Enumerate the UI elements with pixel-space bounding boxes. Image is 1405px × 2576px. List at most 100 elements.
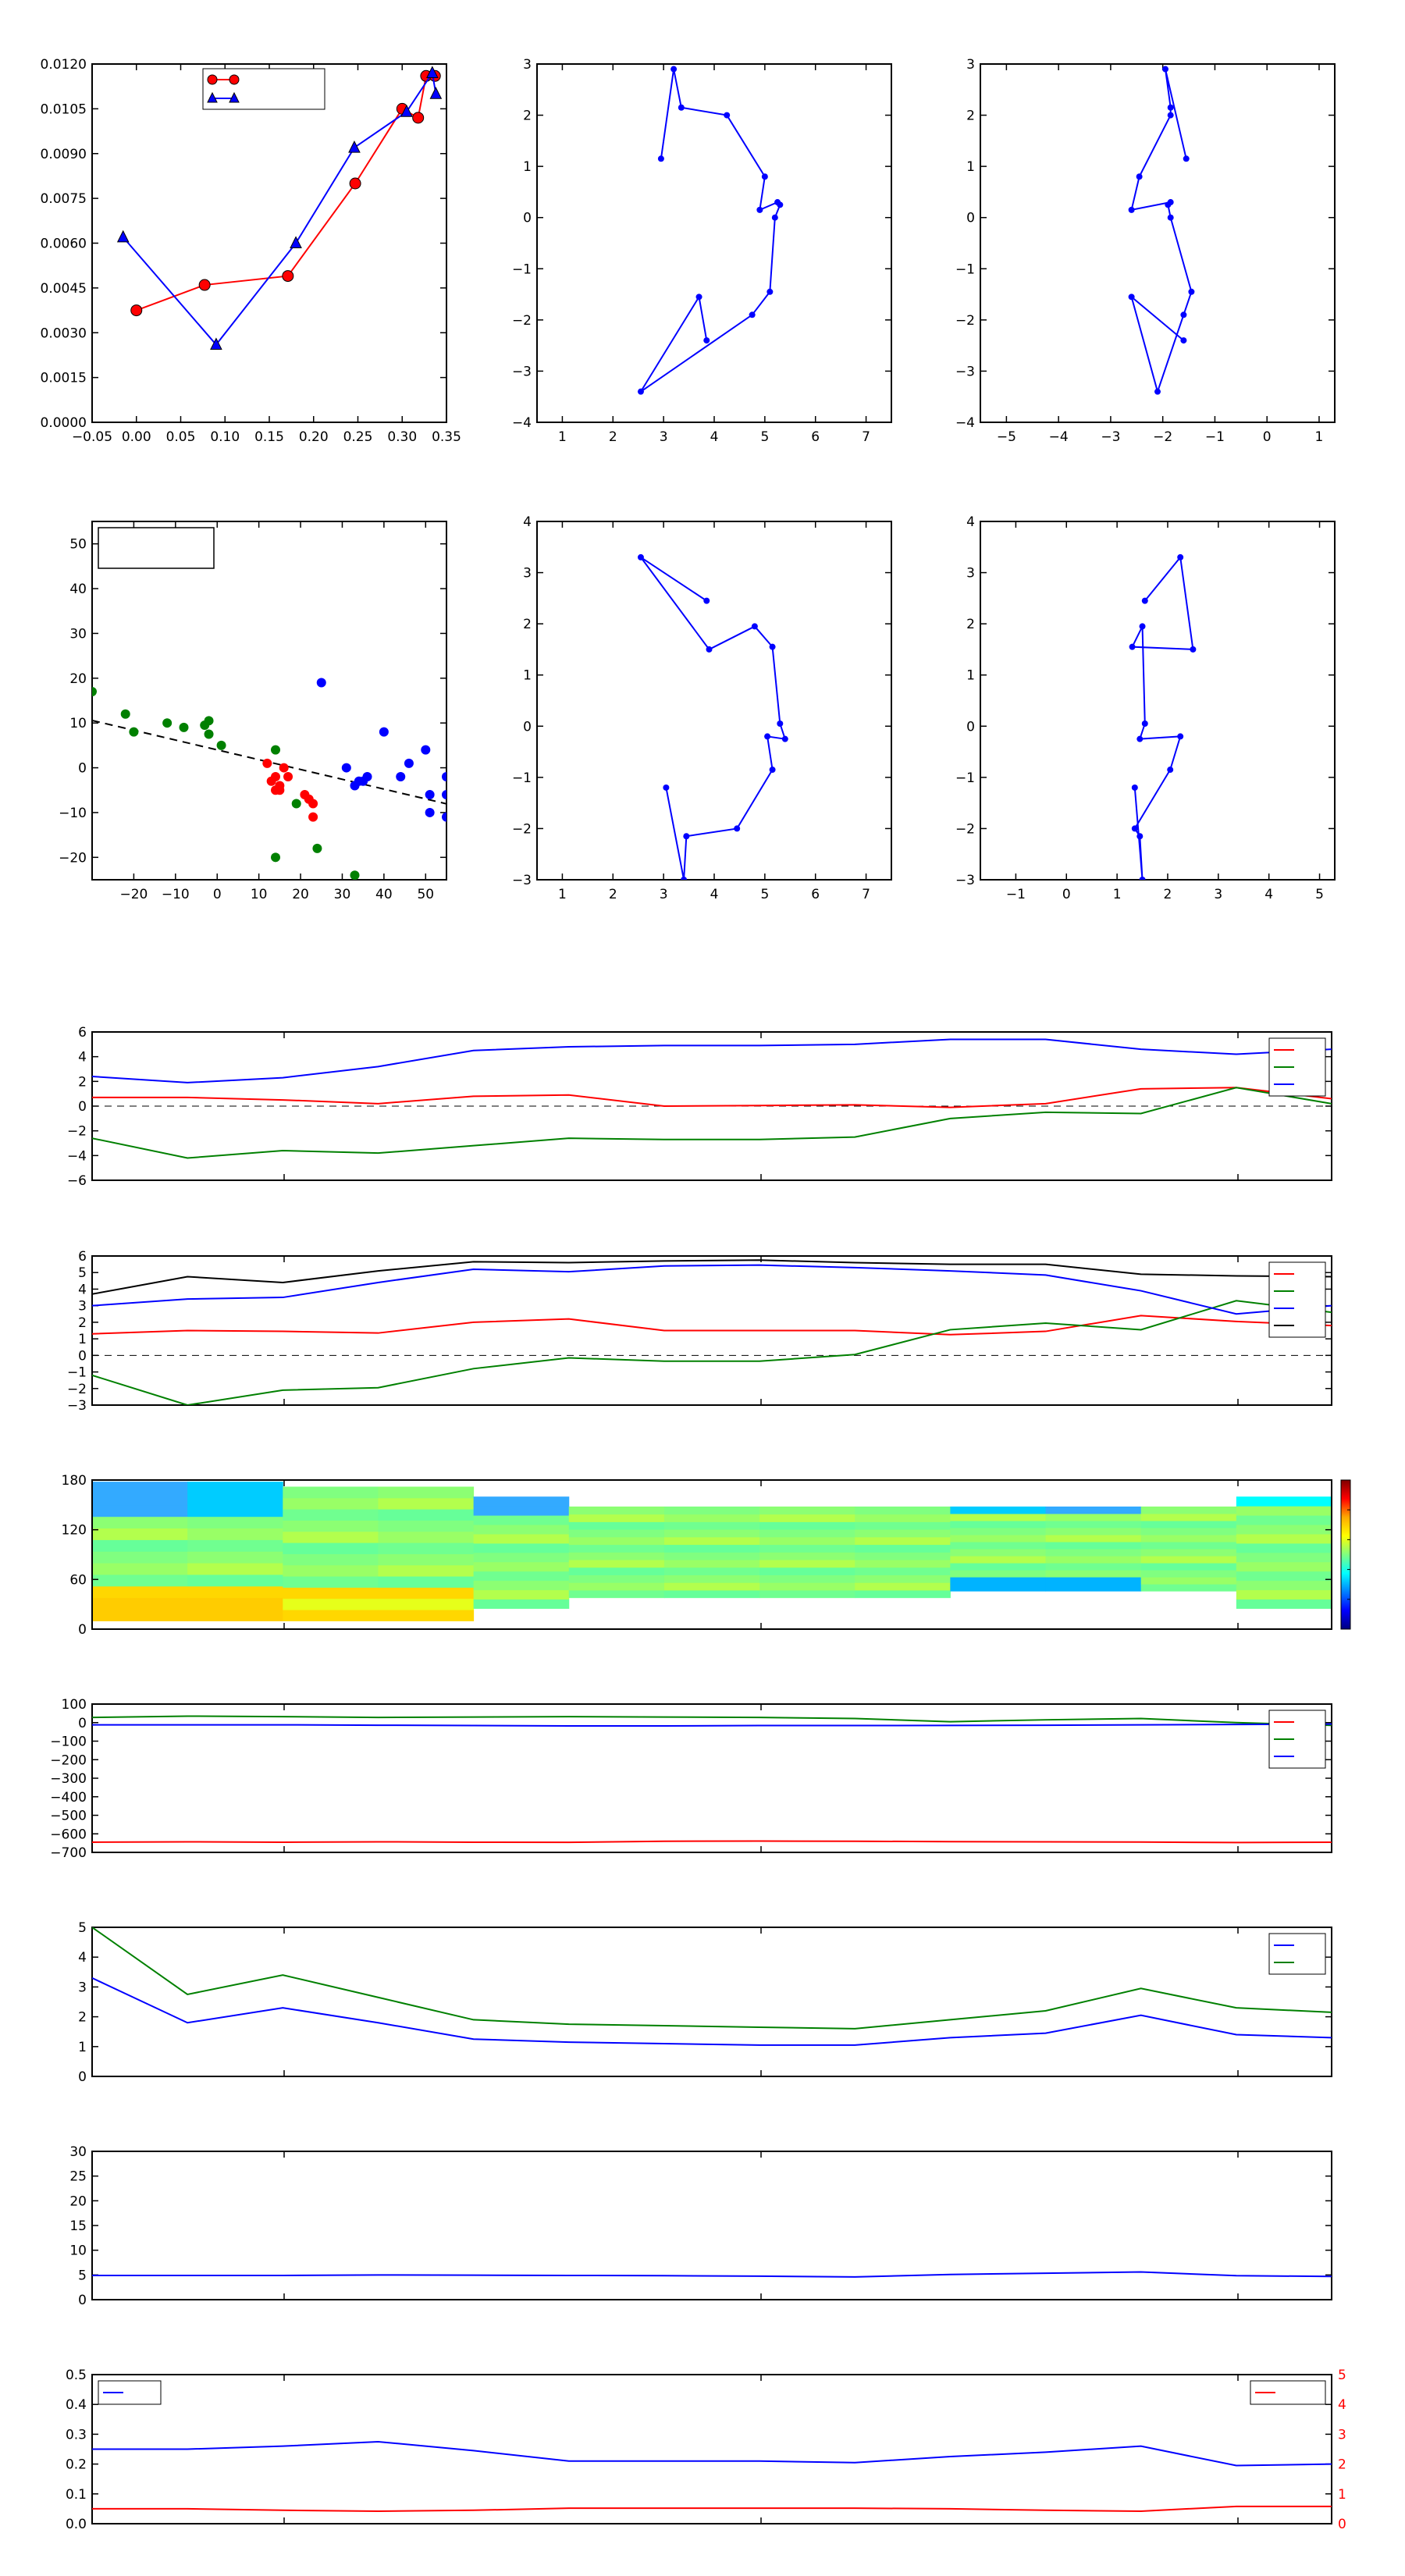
pitch-angle-cell <box>378 1509 475 1521</box>
pitch-angle-cell <box>759 1589 855 1599</box>
pitch-angle-cell <box>378 1564 475 1577</box>
hodogram-b3-b1-point <box>1183 155 1190 162</box>
pitch-angle-cell <box>1236 1599 1332 1609</box>
hodogram-b3-b1-xtick-label: 0 <box>1263 429 1272 445</box>
hodogram-b2-b1-point <box>637 388 644 395</box>
hodogram-bx-by-point <box>1136 735 1144 742</box>
hodogram-bz-by-xtick-label: 5 <box>760 887 769 902</box>
plasma-beta-legend-box <box>1268 1933 1326 1975</box>
hodogram-bz-by-point <box>769 643 776 650</box>
hodogram-b2-b1-point <box>774 199 781 206</box>
walen-test-xtick-label: 20 <box>292 887 309 902</box>
hodogram-bz-by-xtick-label: 4 <box>710 887 719 902</box>
walen-test-ytick-label: −10 <box>59 806 87 821</box>
mag-field-fr-ytick-label: 6 <box>78 1249 87 1265</box>
mag-field-gse-ytick-label: −6 <box>67 1173 87 1189</box>
pitch-angle-cell <box>663 1544 760 1553</box>
pitch-angle-cell <box>187 1574 283 1587</box>
proton-density-ytick-label: 20 <box>69 2194 87 2209</box>
pitch-angle-cell <box>378 1610 475 1621</box>
pitch-angle-cell <box>92 1516 188 1529</box>
hodogram-bz-by-point <box>683 833 690 840</box>
plasma-beta-chart: 0 1 2 3 4 5 <box>78 1920 1332 2085</box>
hodogram-b3-b1-ytick-label: −2 <box>955 313 975 329</box>
walen-test-point <box>442 812 446 822</box>
hodogram-b2-b1-point <box>657 155 664 162</box>
plasma-beta-series--line <box>92 1927 1332 2030</box>
hodogram-b3-b1-point <box>1128 206 1135 213</box>
mag-field-gse-chart: −6 −4 −2 0 2 4 6 <box>67 1025 1332 1189</box>
mag-field-gse-series-Bx-line <box>92 1087 1332 1108</box>
mag-field-gse-ytick-label: −2 <box>67 1124 87 1140</box>
hodogram-bx-by-chart: −1 0 1 2 3 4 5 −3 −2 −1 0 1 2 3 4 <box>955 514 1336 902</box>
hodogram-b2-b1-ytick-label: −1 <box>512 262 532 277</box>
pitch-angle-colorbar <box>1340 1479 1351 1630</box>
hodogram-b3-b1-point <box>1180 337 1187 344</box>
transverse-pressure-chart: −0.05 0.00 0.05 0.10 0.15 0.20 0.25 0.30 0.35 0.0… <box>41 57 461 445</box>
pitch-angle-cell <box>92 1574 188 1587</box>
sw-velocity-series-Vy-line <box>92 1715 1332 1727</box>
pitch-angle-cell <box>663 1506 760 1515</box>
hodogram-b2-b1-xtick-label: 2 <box>609 429 617 445</box>
transverse-pressure-ytick-label: 0.0090 <box>41 147 87 162</box>
hodogram-bz-by-point <box>781 735 788 742</box>
pitch-angle-cell <box>663 1574 760 1583</box>
hodogram-b2-b1-ytick-label: −2 <box>512 313 532 329</box>
pitch-angle-cell <box>1236 1533 1332 1544</box>
hodogram-b3-b1-xtick-label: 1 <box>1315 429 1324 445</box>
transverse-pressure-ytick-label: 0.0060 <box>41 237 87 252</box>
hodogram-b3-b1-ytick-label: −1 <box>955 262 975 277</box>
hodogram-b3-b1-point <box>1167 214 1174 221</box>
pitch-angle-cell <box>1045 1506 1142 1514</box>
walen-test-xtick-label: 0 <box>213 887 222 902</box>
pitch-angle-cell <box>663 1514 760 1522</box>
pitch-angle-cell <box>1140 1556 1237 1564</box>
mag-field-gse-ytick-label: 6 <box>78 1025 87 1041</box>
walen-test-point <box>442 789 446 799</box>
pitch-angle-cell <box>1236 1525 1332 1535</box>
pitch-angle-cell <box>1236 1542 1332 1553</box>
hodogram-b2-b1-xtick-label: 7 <box>862 429 870 445</box>
transverse-pressure-xtick-label: −0.05 <box>72 429 112 445</box>
pitch-angle-cell <box>473 1542 570 1553</box>
hodogram-b2-b1-plot-frame <box>536 63 892 423</box>
plasma-beta-ytick-label: 5 <box>78 1920 87 1936</box>
pitch-angle-cell <box>92 1504 188 1517</box>
mag-field-gse-ytick-label: 4 <box>78 1050 87 1066</box>
hodogram-bz-by-point <box>777 720 784 728</box>
hodogram-bz-by-ytick-label: 1 <box>523 668 532 684</box>
hodogram-b2-b1-point <box>695 294 702 301</box>
hodogram-b3-b1-ytick-label: 1 <box>966 159 975 175</box>
hodogram-b2-b1-chart: 1 2 3 4 5 6 7 −4 −3 −2 −1 0 1 2 3 <box>512 57 892 445</box>
plasma-beta-plot-frame <box>91 1927 1332 2077</box>
hodogram-b3-b1-ytick-label: 3 <box>966 57 975 73</box>
transverse-pressure-xtick-label: 0.20 <box>299 429 329 445</box>
mag-field-fr-ytick-label: 2 <box>78 1315 87 1331</box>
pitch-angle-ytick-label: 180 <box>62 1473 87 1489</box>
proton-temp-ytick-label: 0.2 <box>66 2457 87 2473</box>
hodogram-b3-b1-ytick-label: −3 <box>955 364 975 379</box>
mag-field-fr-ytick-label: −2 <box>67 1382 87 1397</box>
hodogram-bx-by-point <box>1177 733 1184 740</box>
plasma-beta-ytick-label: 3 <box>78 1980 87 1995</box>
pitch-angle-cell <box>855 1521 951 1530</box>
hodogram-b2-b1-ytick-label: 0 <box>523 211 532 226</box>
walen-test-point <box>421 745 431 755</box>
hodogram-bz-by-xtick-label: 3 <box>660 887 668 902</box>
pitch-angle-cell <box>950 1570 1047 1578</box>
pitch-angle-cell <box>950 1577 1047 1585</box>
hodogram-b2-b1-point <box>749 311 756 318</box>
pitch-angle-cell <box>568 1529 665 1538</box>
hodogram-b3-b1-xtick-label: −2 <box>1153 429 1172 445</box>
pitch-angle-cell <box>759 1506 855 1515</box>
pitch-angle-cell <box>568 1544 665 1553</box>
hodogram-bx-by-xtick-label: −1 <box>1006 887 1026 902</box>
hodogram-bz-by-chart: 1 2 3 4 5 6 7 −3 −2 −1 0 1 2 3 4 <box>512 514 892 902</box>
proton-temp-ytick-label: 0.5 <box>66 2368 87 2383</box>
pitch-angle-cell <box>378 1598 475 1610</box>
transverse-pressure-ytick-label: 0.0045 <box>41 281 87 297</box>
walen-test-point <box>204 729 214 739</box>
hodogram-bx-by-point <box>1139 623 1146 630</box>
pitch-angle-cell <box>473 1506 570 1516</box>
hodogram-bz-by-xtick-label: 6 <box>811 887 820 902</box>
